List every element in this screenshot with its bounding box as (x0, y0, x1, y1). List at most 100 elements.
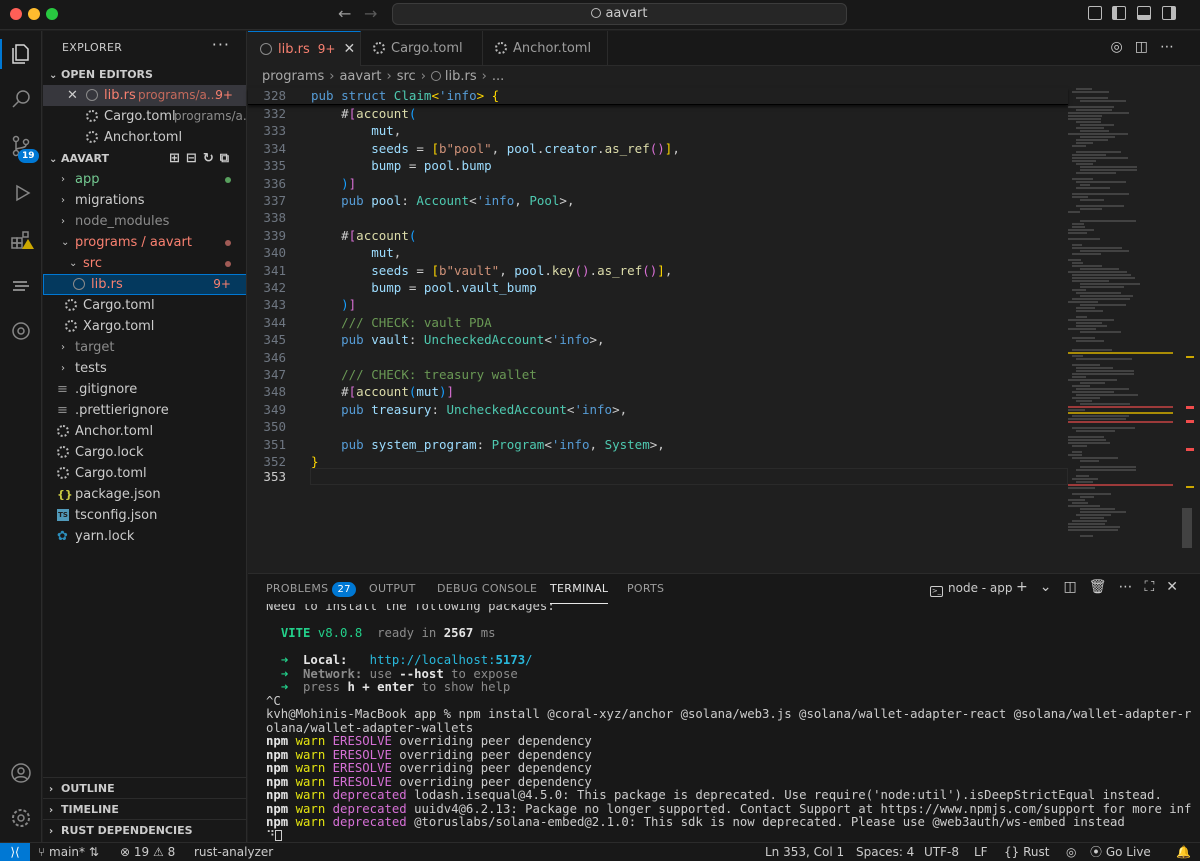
sticky-scroll-line[interactable]: 328 pub struct Claim<'info> { (248, 88, 1068, 106)
language-mode[interactable]: {} Rust (1004, 843, 1049, 861)
indentation-status[interactable]: Spaces: 4 (856, 843, 914, 861)
cursor-position[interactable]: Ln 353, Col 1 (765, 843, 844, 861)
close-icon[interactable]: ✕ (1166, 579, 1190, 595)
more-actions-icon[interactable]: ··· (212, 35, 230, 54)
minimap-line (1076, 142, 1093, 144)
close-icon[interactable]: ✕ (67, 85, 78, 106)
minimap-line (1072, 262, 1083, 264)
more-actions-icon[interactable]: ⋯ (1160, 39, 1186, 55)
minimap-line (1076, 307, 1095, 309)
branch-status[interactable]: ⑂ main* ⇅ (38, 843, 99, 861)
tree-item-xargo-toml[interactable]: Xargo.toml (43, 316, 246, 337)
tree-item-yarn-lock[interactable]: ✿ yarn.lock (43, 526, 246, 547)
code-editor[interactable]: 328 pub struct Claim<'info> { 332 #[acco… (248, 88, 1200, 572)
minimap[interactable] (1068, 88, 1178, 538)
tab-lib-rs[interactable]: lib.rs 9+ ✕ (248, 31, 361, 66)
notifications-bell-icon[interactable]: 🔔 (1176, 843, 1191, 861)
breadcrumb-item[interactable]: aavart (339, 69, 381, 84)
window-close-button[interactable] (10, 8, 22, 20)
eol-status[interactable]: LF (974, 843, 988, 861)
toggle-panel-icon[interactable] (1137, 6, 1151, 20)
tree-item-migrations[interactable]: › migrations (43, 190, 246, 211)
open-editor-anchor-toml[interactable]: Anchor.toml (43, 127, 246, 148)
editor-tabs: lib.rs 9+ ✕ Cargo.toml Anchor.toml ◎◫⋯ (248, 31, 1200, 66)
terminal-output[interactable]: Need to install the following packages: … (266, 604, 1191, 842)
rust-dependencies-header[interactable]: › RUST DEPENDENCIES (43, 819, 246, 840)
tab-debug-console[interactable]: DEBUG CONSOLE (437, 574, 537, 604)
explorer-icon[interactable] (9, 42, 33, 66)
tree-item-cargo-toml-root[interactable]: Cargo.toml (43, 463, 246, 484)
tree-item-target[interactable]: › target (43, 337, 246, 358)
outline-header[interactable]: › OUTLINE (43, 777, 246, 798)
problems-status[interactable]: ⊗ 19 ⚠ 8 (120, 843, 175, 861)
split-terminal-icon[interactable]: ◫ (1063, 579, 1088, 595)
breadcrumb-item[interactable]: lib.rs (445, 69, 477, 84)
tab-ports[interactable]: PORTS (627, 574, 664, 604)
forward-arrow-icon[interactable]: → (364, 4, 377, 23)
tree-item-gitignore[interactable]: ≡ .gitignore (43, 379, 246, 400)
window-maximize-button[interactable] (46, 8, 58, 20)
remote-indicator-icon[interactable]: ⟩⟨ (0, 843, 30, 861)
tree-item-prettierignore[interactable]: ≡ .prettierignore (43, 400, 246, 421)
editor-scrollbar[interactable] (1180, 88, 1194, 568)
tree-item-programs-aavart[interactable]: ⌄ programs / aavart (43, 232, 246, 253)
chatgpt-icon[interactable] (9, 319, 33, 343)
settings-gear-icon[interactable] (9, 806, 33, 830)
tree-item-tsconfig-json[interactable]: TS tsconfig.json (43, 505, 246, 526)
open-editor-cargo-toml[interactable]: Cargo.toml programs/a... (43, 106, 246, 127)
window-minimize-button[interactable] (28, 8, 40, 20)
open-editor-lib-rs[interactable]: ✕ lib.rs programs/a... 9+ (43, 85, 246, 106)
tree-item-node-modules[interactable]: › node_modules (43, 211, 246, 232)
go-live-button[interactable]: ⦿ Go Live (1090, 843, 1151, 861)
tree-item-src[interactable]: ⌄ src (43, 253, 246, 274)
accounts-icon[interactable] (9, 761, 33, 785)
new-file-folder-refresh-collapse-icons[interactable]: ⊞⊟↻⧉ (169, 148, 235, 169)
maximize-panel-icon[interactable]: ⛶ (1144, 579, 1166, 595)
encoding-status[interactable]: UTF-8 (924, 843, 959, 861)
explorer-title: EXPLORER (62, 41, 123, 54)
tab-cargo-toml[interactable]: Cargo.toml (361, 31, 483, 66)
aavart-folder-header[interactable]: ⌄ AAVART ⊞⊟↻⧉ (43, 148, 246, 169)
new-terminal-icon[interactable]: + (1016, 579, 1040, 595)
tree-item-tests[interactable]: › tests (43, 358, 246, 379)
tab-anchor-toml[interactable]: Anchor.toml (483, 31, 608, 66)
chevron-down-icon[interactable]: ⌄ (1040, 579, 1064, 595)
open-editors-header[interactable]: ⌄ OPEN EDITORS (43, 64, 246, 85)
chatgpt-icon[interactable]: ◎ (1111, 39, 1135, 55)
close-icon[interactable]: ✕ (343, 41, 355, 57)
more-actions-icon[interactable]: ⋯ (1118, 579, 1144, 595)
search-view-icon[interactable] (9, 87, 33, 111)
chevron-right-icon: › (329, 69, 335, 84)
tree-item-anchor-toml[interactable]: Anchor.toml (43, 421, 246, 442)
back-arrow-icon[interactable]: ← (338, 4, 351, 23)
scrollbar-thumb[interactable] (1182, 508, 1192, 548)
minimap-line (1072, 337, 1095, 339)
customize-layout-icon[interactable] (1088, 6, 1102, 20)
open-editor-name: Cargo.toml (104, 109, 176, 124)
editor-actions[interactable]: ◎◫⋯ (1111, 39, 1186, 55)
tab-problems[interactable]: PROBLEMS 27 (266, 574, 356, 604)
breadcrumb-item[interactable]: ... (492, 69, 504, 84)
toggle-primary-sidebar-icon[interactable] (1112, 6, 1126, 20)
trash-icon[interactable]: 🗑 (1089, 579, 1119, 595)
stack-icon[interactable] (9, 274, 33, 298)
split-editor-icon[interactable]: ◫ (1135, 39, 1160, 55)
minimap-line (1068, 526, 1120, 528)
tree-item-cargo-toml[interactable]: Cargo.toml (43, 295, 246, 316)
tab-output[interactable]: OUTPUT (369, 574, 416, 604)
terminal-selector[interactable]: >_ node - app (930, 581, 1013, 597)
timeline-header[interactable]: › TIMELINE (43, 798, 246, 819)
breadcrumb-item[interactable]: src (397, 69, 416, 84)
run-debug-icon[interactable] (9, 181, 33, 205)
tab-terminal[interactable]: TERMINAL (550, 574, 609, 604)
tree-item-cargo-lock[interactable]: Cargo.lock (43, 442, 246, 463)
tree-item-app[interactable]: › app (43, 169, 246, 190)
chatgpt-status-icon[interactable]: ◎ (1066, 843, 1076, 861)
tree-item-lib-rs[interactable]: lib.rs 9+ (43, 274, 246, 295)
problems-count-badge: 27 (332, 582, 356, 597)
breadcrumb-item[interactable]: programs (262, 69, 324, 84)
tree-item-package-json[interactable]: {} package.json (43, 484, 246, 505)
command-center-search[interactable]: aavart (392, 3, 847, 25)
rust-analyzer-status[interactable]: rust-analyzer (194, 843, 273, 861)
toggle-secondary-sidebar-icon[interactable] (1162, 6, 1176, 20)
